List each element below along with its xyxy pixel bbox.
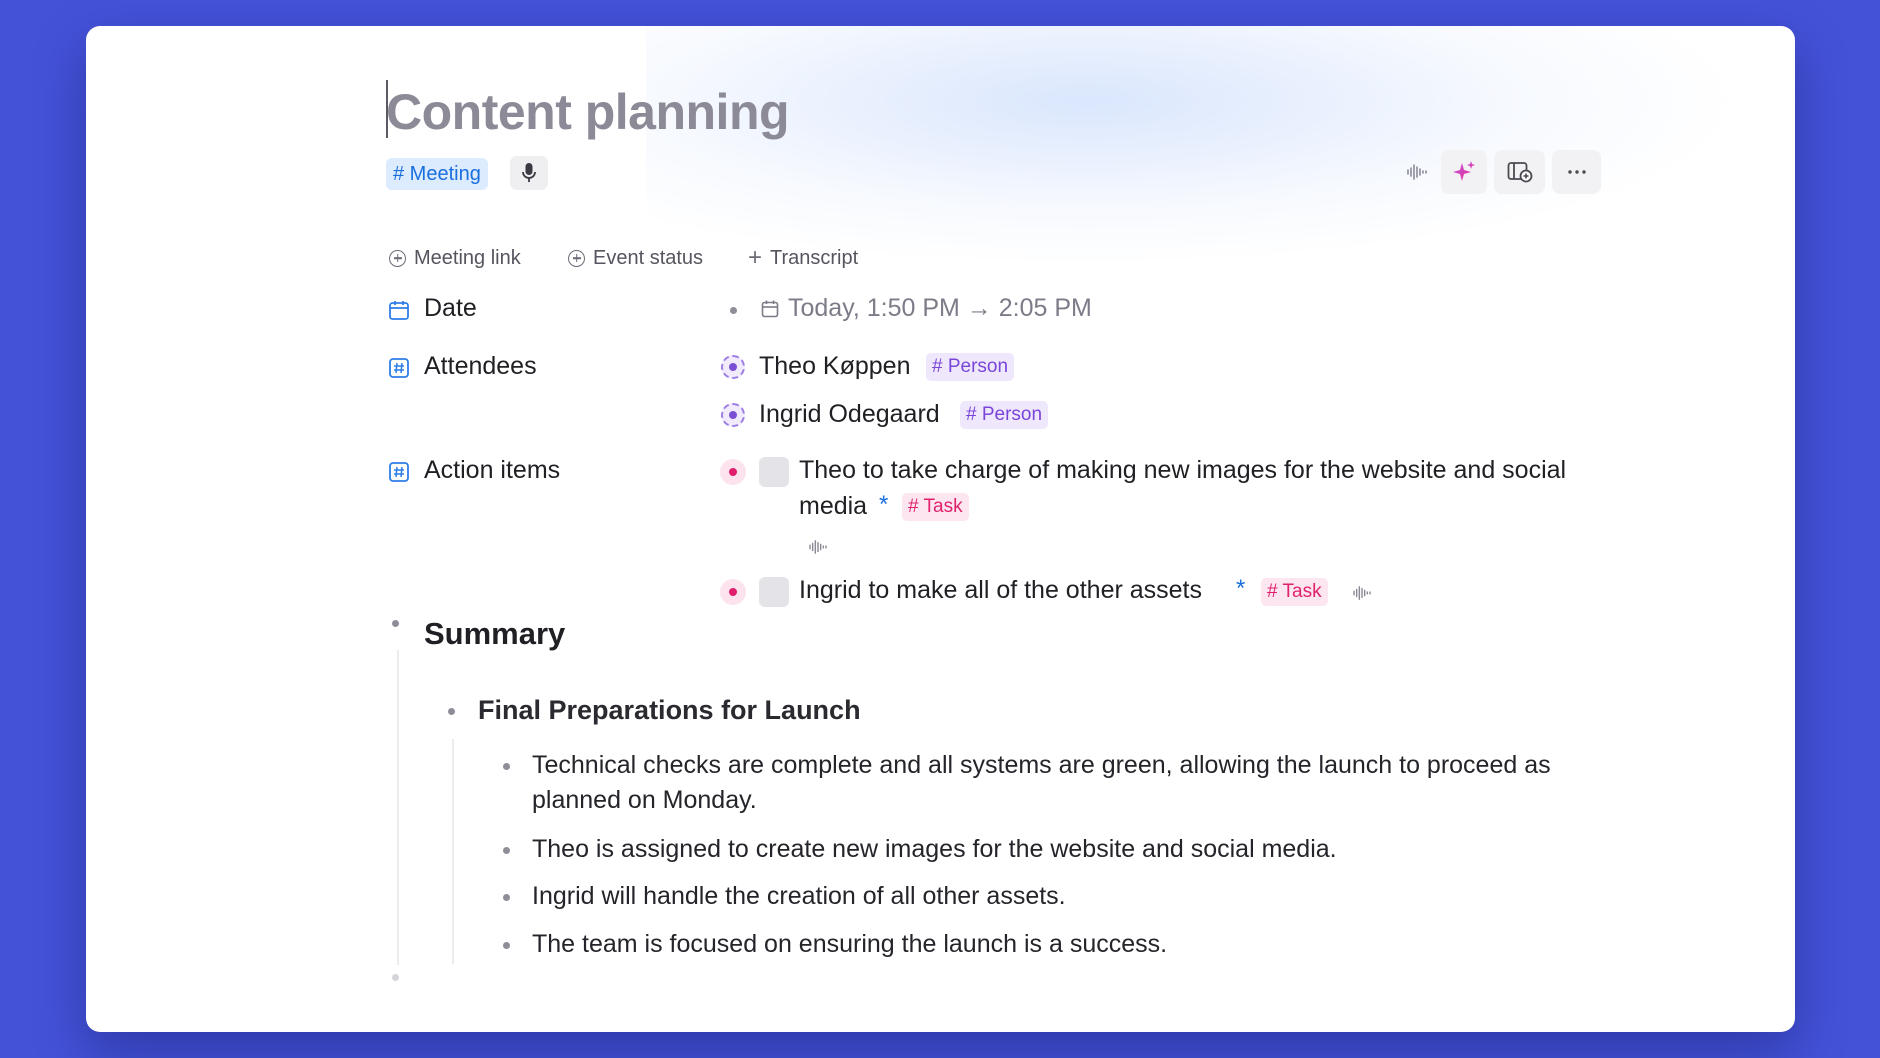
bullet <box>503 763 510 770</box>
document-window: Content planning # Meeting Meeting link … <box>86 26 1795 1032</box>
more-button[interactable] <box>1552 150 1601 194</box>
bullet <box>503 942 510 949</box>
add-transcript-button[interactable]: + Transcript <box>748 246 858 270</box>
star-marker: * <box>879 491 889 518</box>
hash-field-icon <box>389 358 409 378</box>
ai-assist-button[interactable] <box>1441 150 1487 194</box>
bullet <box>503 847 510 854</box>
summary-point[interactable]: The team is focused on ensuring the laun… <box>532 927 1167 962</box>
empty-bullet[interactable] <box>392 974 399 981</box>
action-item-text[interactable]: Ingrid to make all of the other assets <box>799 576 1202 605</box>
calendar-icon <box>389 301 409 320</box>
add-circle-icon <box>389 249 406 267</box>
action-items-field-label: Action items <box>424 456 561 484</box>
page-title[interactable]: Content planning <box>386 82 790 142</box>
add-event-status-button[interactable]: Event status <box>568 246 703 270</box>
bullet <box>730 307 737 314</box>
hash-field-icon <box>389 462 409 482</box>
add-meeting-link-button[interactable]: Meeting link <box>389 246 521 270</box>
star-marker: * <box>1236 575 1246 602</box>
bullet <box>392 620 399 627</box>
attendee-name[interactable]: Theo Køppen <box>759 352 911 381</box>
meeting-link-label: Meeting link <box>414 246 521 269</box>
summary-heading[interactable]: Summary <box>424 616 565 652</box>
sparkle-icon <box>1453 161 1475 181</box>
add-circle-icon <box>568 249 585 267</box>
section-heading[interactable]: Final Preparations for Launch <box>478 695 861 726</box>
bullet <box>503 894 510 901</box>
plus-icon: + <box>748 244 763 271</box>
panel-info-icon <box>1507 162 1532 183</box>
record-button[interactable] <box>510 156 548 190</box>
task-checkbox[interactable] <box>759 577 789 607</box>
summary-point[interactable]: Theo is assigned to create new images fo… <box>532 832 1337 867</box>
indent-guide <box>397 650 399 965</box>
audio-button[interactable] <box>1397 150 1437 194</box>
info-panel-button[interactable] <box>1494 150 1545 194</box>
header-glow <box>646 26 1746 266</box>
meeting-tag[interactable]: # Meeting <box>386 158 488 190</box>
event-status-label: Event status <box>593 246 704 269</box>
task-bullet <box>720 579 746 605</box>
indent-guide <box>452 739 454 964</box>
person-tag[interactable]: # Person <box>926 353 1015 381</box>
task-tag[interactable]: # Task <box>1261 578 1328 606</box>
task-tag[interactable]: # Task <box>902 493 969 521</box>
attendees-field-label: Attendees <box>424 352 537 380</box>
date-field-label: Date <box>424 294 477 322</box>
date-value[interactable]: Today, 1:50 PM → 2:05 PM <box>788 294 1092 323</box>
calendar-small-icon <box>761 300 779 318</box>
person-bullet <box>721 355 745 379</box>
audio-wave-icon[interactable] <box>808 539 828 555</box>
summary-point-line: Technical checks are complete and all sy… <box>532 751 1551 779</box>
more-horizontal-icon <box>1567 170 1586 174</box>
bullet <box>448 708 455 715</box>
task-bullet <box>720 459 746 485</box>
summary-point[interactable]: Technical checks are complete and all sy… <box>532 748 1632 818</box>
person-bullet <box>721 403 745 427</box>
task-checkbox[interactable] <box>759 457 789 487</box>
microphone-icon <box>522 163 536 182</box>
summary-point[interactable]: Ingrid will handle the creation of all o… <box>532 879 1066 914</box>
summary-point-line: planned on Monday. <box>532 786 757 814</box>
person-tag[interactable]: # Person <box>960 401 1049 429</box>
audio-wave-icon <box>1407 164 1427 180</box>
action-item-text[interactable]: Theo to take charge of making new images… <box>799 456 1566 485</box>
transcript-label: Transcript <box>770 246 859 269</box>
attendee-name[interactable]: Ingrid Odegaard <box>759 400 940 429</box>
audio-wave-icon[interactable] <box>1352 585 1372 601</box>
action-item-text-cont[interactable]: media <box>799 492 867 521</box>
